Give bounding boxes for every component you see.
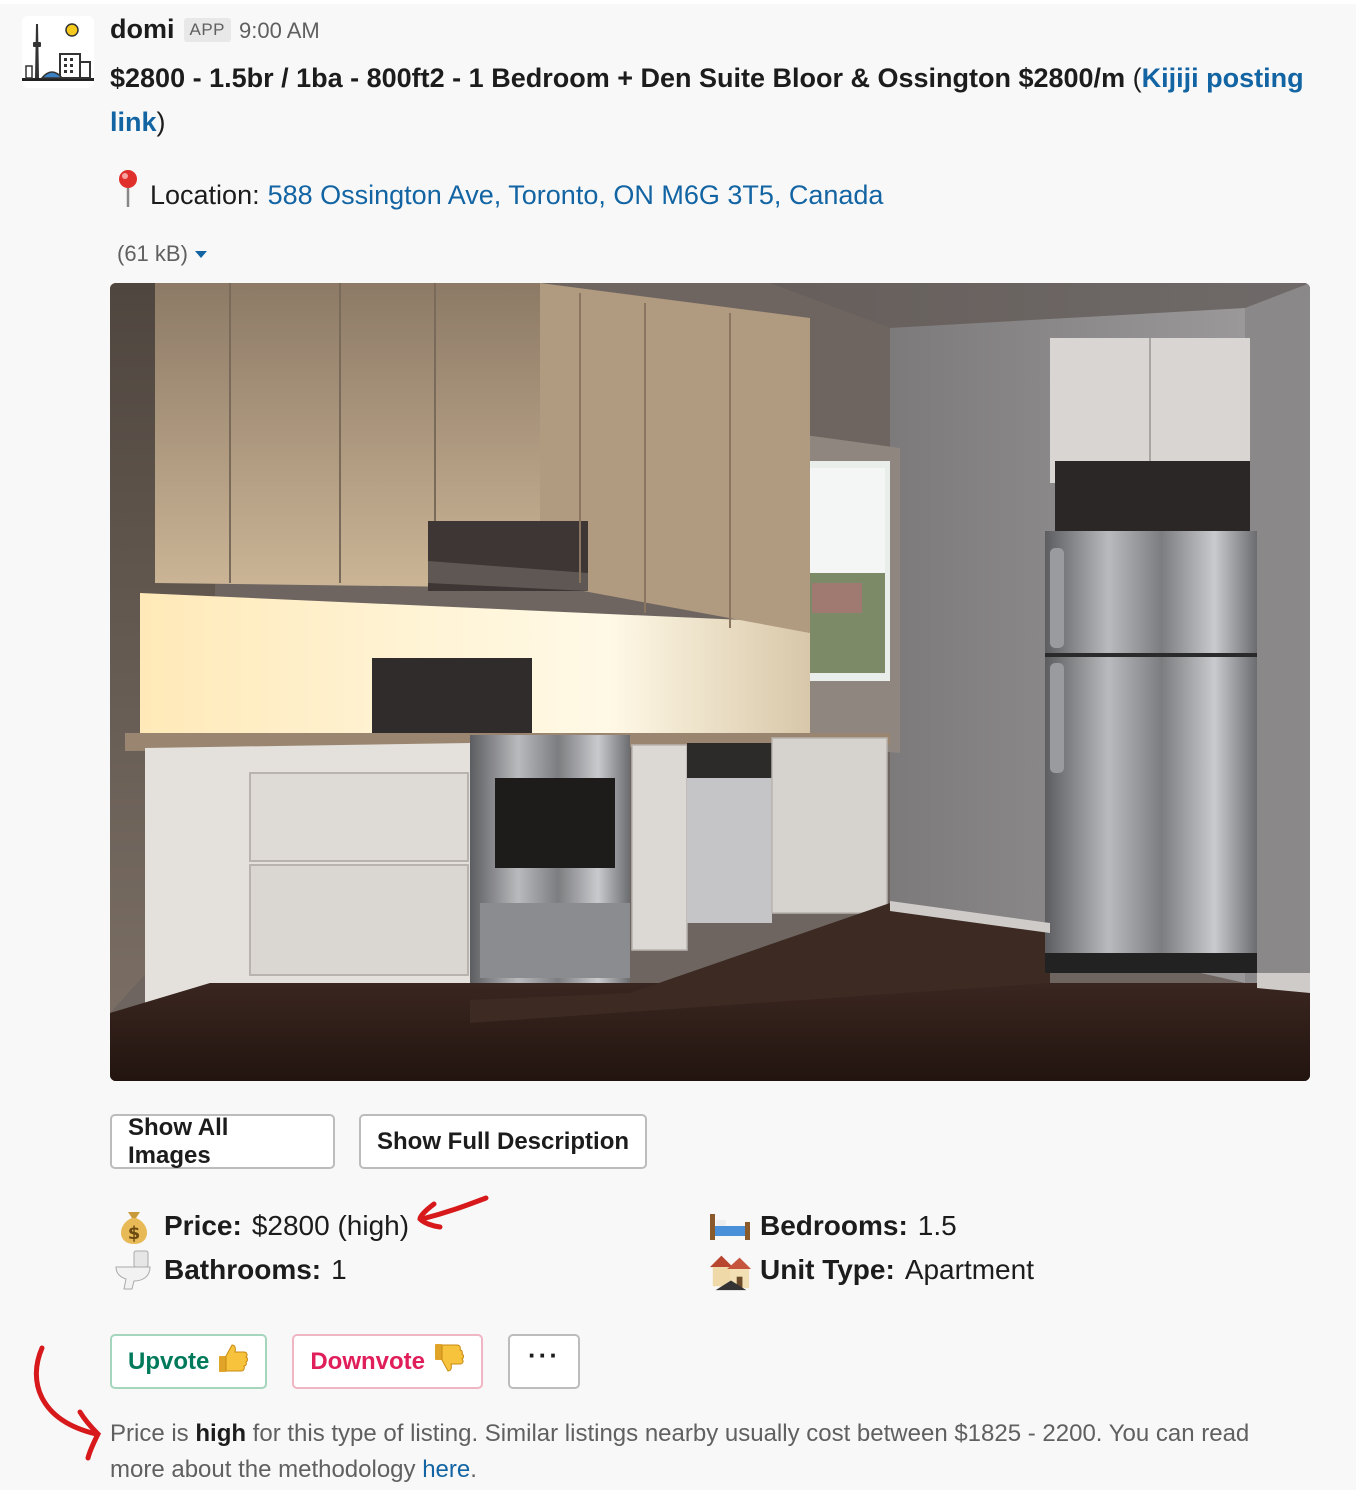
vote-actions: Upvote Downvote ···: [110, 1334, 1310, 1389]
money-bag-icon: $: [112, 1204, 156, 1248]
listing-title: $2800 - 1.5br / 1ba - 800ft2 - 1 Bedroom…: [110, 56, 1310, 144]
location-address-link[interactable]: 588 Ossington Ave, Toronto, ON M6G 3T5, …: [268, 173, 884, 217]
thumbs-up-icon: [217, 1342, 249, 1381]
methodology-link[interactable]: here: [422, 1456, 470, 1483]
upvote-button[interactable]: Upvote: [110, 1334, 268, 1389]
bedrooms-value: 1.5: [917, 1210, 957, 1241]
downvote-button[interactable]: Downvote: [292, 1334, 484, 1389]
show-full-description-button[interactable]: Show Full Description: [359, 1114, 647, 1169]
price-explanation: Price is high for this type of listing. …: [110, 1416, 1310, 1488]
unit-type-field: Unit Type: Apartment: [708, 1248, 1034, 1292]
price-field: $ Price: $2800 (high): [112, 1204, 409, 1248]
more-actions-button[interactable]: ···: [508, 1334, 581, 1389]
app-badge: APP: [183, 18, 232, 42]
price-label: Price:: [164, 1210, 242, 1241]
message-header: domi APP 9:00 AM: [110, 14, 1310, 54]
title-paren-close: ): [156, 107, 166, 137]
downvote-label: Downvote: [310, 1347, 426, 1375]
bed-icon: [708, 1204, 752, 1248]
listing-fields: $ Price: $2800 (high) Bedrooms: 1.5 Bath…: [110, 1204, 1310, 1304]
annotation-arrow-note-icon: [33, 1345, 102, 1461]
bathrooms-value: 1: [331, 1254, 347, 1285]
thumbs-down-icon: [433, 1342, 465, 1381]
bedrooms-label: Bedrooms:: [760, 1210, 908, 1241]
unit-type-label: Unit Type:: [760, 1254, 895, 1285]
message-body: domi APP 9:00 AM $2800 - 1.5br / 1ba - 8…: [110, 14, 1310, 1490]
price-value: $2800 (high): [251, 1210, 410, 1241]
listing-photo[interactable]: [110, 283, 1310, 1081]
message-timestamp[interactable]: 9:00 AM: [239, 18, 320, 44]
bathrooms-field: Bathrooms: 1: [112, 1248, 347, 1292]
upvote-label: Upvote: [128, 1347, 210, 1375]
top-divider: [0, 0, 1356, 4]
ellipsis-icon: ···: [528, 1340, 560, 1370]
note-text-2: for this type of listing. Similar listin…: [110, 1420, 1250, 1483]
note-text-3: .: [470, 1456, 477, 1483]
app-avatar-toronto-skyline-icon[interactable]: [22, 16, 94, 88]
attachment-size-text: (61 kB): [117, 241, 188, 266]
note-strong: high: [195, 1420, 247, 1447]
bedrooms-field: Bedrooms: 1.5: [708, 1204, 957, 1248]
sender-name[interactable]: domi: [110, 14, 175, 45]
caret-down-icon[interactable]: [194, 250, 207, 258]
note-text-1: Price is: [110, 1420, 196, 1447]
listing-title-text: $2800 - 1.5br / 1ba - 800ft2 - 1 Bedroom…: [110, 63, 1133, 93]
title-paren-open: (: [1132, 63, 1142, 93]
show-all-images-button[interactable]: Show All Images: [110, 1114, 335, 1169]
bathrooms-label: Bathrooms:: [164, 1254, 322, 1285]
houses-icon: [708, 1248, 752, 1292]
svg-text:$: $: [128, 1223, 141, 1244]
toilet-icon: [112, 1248, 156, 1292]
location-label: Location:: [150, 179, 260, 210]
location-row: Location: 588 Ossington Ave, Toronto, ON…: [110, 168, 1310, 221]
round-pushpin-icon: [110, 168, 146, 221]
attachment-size[interactable]: (61 kB): [117, 239, 1310, 269]
image-actions: Show All Images Show Full Description: [110, 1114, 1310, 1169]
unit-type-value: Apartment: [904, 1254, 1034, 1285]
